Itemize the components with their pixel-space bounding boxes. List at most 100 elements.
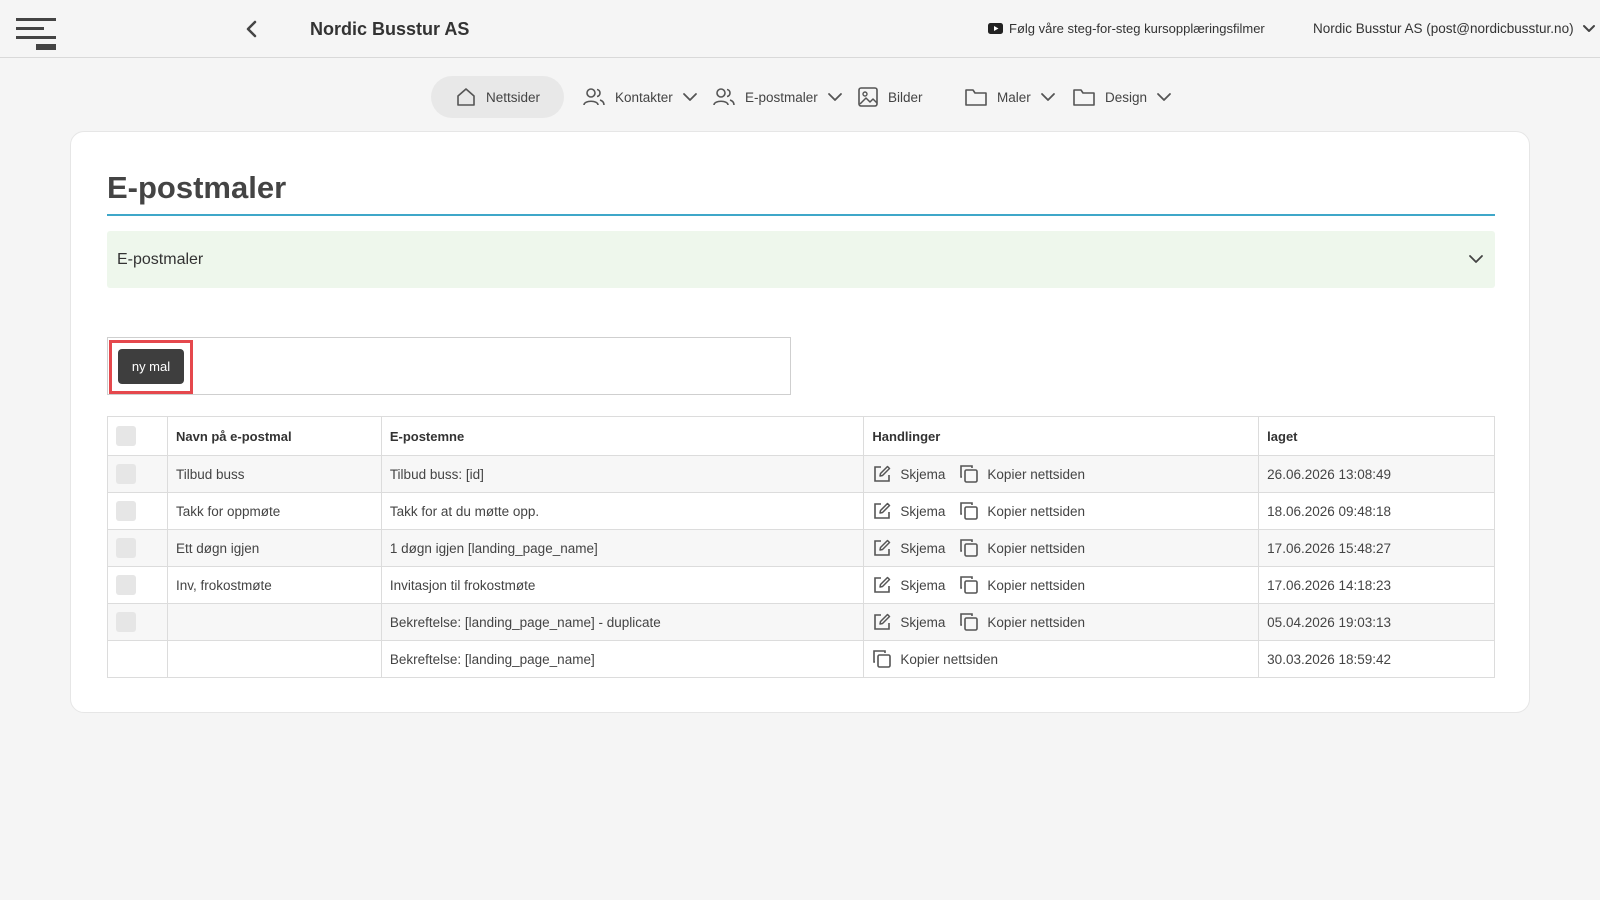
- edit-action-label: Skjema: [900, 466, 946, 482]
- e-postmaler-accordion[interactable]: E-postmaler: [107, 231, 1495, 288]
- select-all-checkbox[interactable]: [116, 426, 136, 446]
- table-toolbar: ny mal: [107, 337, 791, 395]
- edit-action-label: Skjema: [900, 503, 946, 519]
- copy-icon: [960, 576, 979, 594]
- table-header-row: Navn på e-postmal E-postemne Handlinger …: [107, 416, 1495, 456]
- folder-icon: [1073, 89, 1095, 106]
- row-checkbox[interactable]: [116, 464, 136, 484]
- copy-page-action[interactable]: Kopier nettsiden: [959, 575, 1085, 595]
- nav-item-nettsider[interactable]: Nettsider: [431, 76, 565, 118]
- row-actions: Skjema Kopier nettsiden: [863, 529, 1260, 567]
- row-select-cell: [107, 603, 168, 641]
- row-actions: Skjema Kopier nettsiden: [863, 603, 1260, 641]
- column-header-created[interactable]: laget: [1258, 416, 1495, 456]
- home-icon: [457, 88, 475, 106]
- hamburger-menu-icon[interactable]: [16, 16, 58, 52]
- chevron-down-icon: [827, 93, 842, 101]
- row-select-cell: [107, 492, 168, 530]
- row-actions: Kopier nettsiden: [863, 640, 1260, 678]
- created-date: 17.06.2026 15:48:27: [1258, 529, 1495, 567]
- edit-form-action[interactable]: Skjema: [872, 464, 945, 484]
- users-icon: [713, 88, 735, 106]
- nav-label-bilder: Bilder: [888, 89, 923, 105]
- chevron-down-icon: [1157, 93, 1171, 101]
- copy-icon: [960, 613, 979, 631]
- edit-form-action[interactable]: Skjema: [872, 538, 945, 558]
- nav-label-nettsider: Nettsider: [486, 89, 541, 105]
- edit-action-label: Skjema: [900, 540, 946, 556]
- row-checkbox[interactable]: [116, 575, 136, 595]
- row-actions: Skjema Kopier nettsiden: [863, 455, 1260, 493]
- row-checkbox[interactable]: [116, 501, 136, 521]
- copy-page-action[interactable]: Kopier nettsiden: [959, 538, 1085, 558]
- column-header-subject[interactable]: E-postemne: [380, 416, 865, 456]
- users-icon: [583, 88, 605, 106]
- table-row: Bekreftelse: [landing_page_name] Kopier …: [107, 640, 1495, 678]
- template-name: [166, 640, 382, 678]
- edit-icon: [874, 576, 891, 593]
- edit-form-action[interactable]: Skjema: [872, 575, 945, 595]
- row-select-cell: [107, 529, 168, 567]
- edit-form-action[interactable]: Skjema: [872, 612, 945, 632]
- table-row: Takk for oppmøte Takk for at du møtte op…: [107, 492, 1495, 530]
- copy-page-action[interactable]: Kopier nettsiden: [872, 649, 998, 669]
- main-nav: Nettsider Kontakter E-postmaler Bilder M…: [0, 76, 1600, 118]
- nav-item-e-postmaler[interactable]: E-postmaler: [712, 76, 843, 118]
- chevron-down-icon: [1040, 93, 1055, 101]
- row-actions: Skjema Kopier nettsiden: [863, 566, 1260, 604]
- nav-label-design: Design: [1105, 89, 1148, 105]
- created-date: 30.03.2026 18:59:42: [1258, 640, 1495, 678]
- copy-action-label: Kopier nettsiden: [987, 614, 1085, 630]
- copy-icon: [873, 650, 892, 668]
- select-all-cell: [107, 416, 168, 456]
- row-checkbox[interactable]: [116, 538, 136, 558]
- nav-label-kontakter: Kontakter: [615, 89, 673, 105]
- row-select-cell: [107, 566, 168, 604]
- copy-icon: [960, 465, 979, 483]
- edit-action-label: Skjema: [900, 577, 946, 593]
- template-name: Tilbud buss: [166, 455, 382, 493]
- copy-action-label: Kopier nettsiden: [987, 503, 1085, 519]
- template-name: Inv, frokostmøte: [166, 566, 382, 604]
- table-row: Inv, frokostmøte Invitasjon til frokostm…: [107, 566, 1495, 604]
- row-checkbox[interactable]: [116, 612, 136, 632]
- edit-icon: [874, 502, 891, 519]
- copy-page-action[interactable]: Kopier nettsiden: [959, 612, 1085, 632]
- copy-icon: [960, 502, 979, 520]
- nav-label-maler: Maler: [997, 89, 1031, 105]
- copy-page-action[interactable]: Kopier nettsiden: [959, 501, 1085, 521]
- brand-name: Nordic Busstur AS: [310, 19, 470, 39]
- account-menu[interactable]: Nordic Busstur AS (post@nordicbusstur.no…: [1313, 21, 1596, 36]
- nav-label-e-postmaler: E-postmaler: [745, 89, 818, 105]
- page-title: E-postmaler: [107, 170, 287, 205]
- template-name: Ett døgn igjen: [166, 529, 382, 567]
- copy-page-action[interactable]: Kopier nettsiden: [959, 464, 1085, 484]
- edit-form-action[interactable]: Skjema: [872, 501, 945, 521]
- created-date: 17.06.2026 14:18:23: [1258, 566, 1495, 604]
- nav-item-bilder[interactable]: Bilder: [857, 76, 923, 118]
- template-name: Takk for oppmøte: [166, 492, 382, 530]
- main-card: E-postmaler E-postmaler ny mal Navn på e…: [70, 131, 1530, 713]
- copy-icon: [960, 539, 979, 557]
- top-bar: Nordic Busstur AS Følg våre steg-for-ste…: [0, 0, 1600, 58]
- template-name: [166, 603, 382, 641]
- youtube-icon: [988, 23, 1003, 34]
- created-date: 26.06.2026 13:08:49: [1258, 455, 1495, 493]
- nav-item-kontakter[interactable]: Kontakter: [582, 76, 698, 118]
- image-icon: [858, 87, 878, 107]
- email-templates-table: Navn på e-postmal E-postemne Handlinger …: [107, 416, 1495, 678]
- copy-action-label: Kopier nettsiden: [900, 651, 998, 667]
- folder-icon: [965, 89, 987, 106]
- tutorial-videos-link[interactable]: Følg våre steg-for-steg kursopplæringsfi…: [988, 21, 1265, 36]
- back-arrow-icon[interactable]: [243, 19, 261, 39]
- copy-action-label: Kopier nettsiden: [987, 540, 1085, 556]
- nav-item-maler[interactable]: Maler: [964, 76, 1056, 118]
- chevron-down-icon: [1582, 24, 1595, 32]
- nav-item-design[interactable]: Design: [1072, 76, 1172, 118]
- edit-icon: [874, 539, 891, 556]
- row-select-cell: [107, 455, 168, 493]
- new-template-button[interactable]: ny mal: [118, 349, 184, 384]
- created-date: 18.06.2026 09:48:18: [1258, 492, 1495, 530]
- copy-action-label: Kopier nettsiden: [987, 577, 1085, 593]
- column-header-name[interactable]: Navn på e-postmal: [166, 416, 382, 456]
